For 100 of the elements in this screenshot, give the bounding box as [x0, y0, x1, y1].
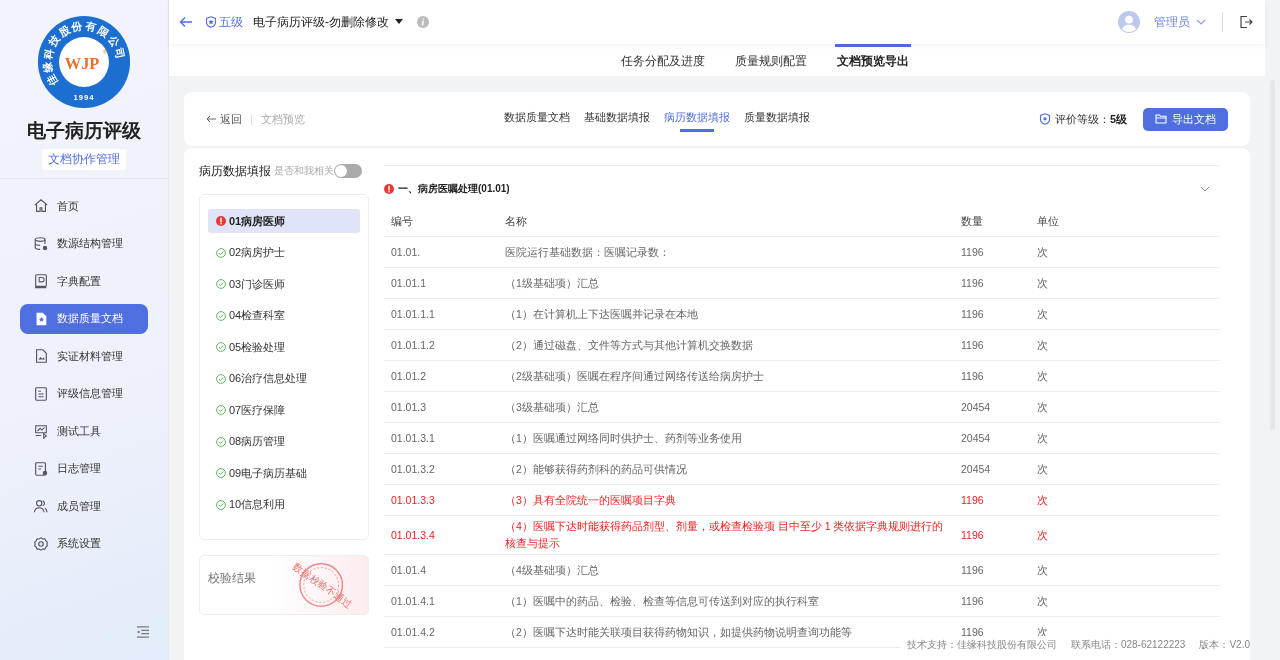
table-cell: 01.01.: [384, 236, 498, 268]
table-cell: 次: [1030, 422, 1220, 454]
nav-item[interactable]: 测试工具: [20, 416, 148, 446]
table-cell: 次: [1030, 236, 1220, 268]
chart-icon: [33, 423, 49, 439]
book-icon: [33, 273, 49, 289]
section-header[interactable]: 一、病房医嘱处理(01.01): [384, 174, 1220, 204]
role-item[interactable]: 03门诊医师: [208, 272, 360, 296]
nav-item[interactable]: 数源结构管理: [20, 228, 148, 259]
list-icon: [33, 460, 49, 477]
column-header: 数量: [954, 206, 1030, 237]
table-cell: 01.01.1.2: [384, 329, 498, 361]
nav-item[interactable]: 首页: [20, 191, 148, 221]
table-cell: 1196: [954, 298, 1030, 330]
table-cell: 医院运行基础数据：医嘱记录数：: [498, 236, 954, 268]
user-name[interactable]: 管理员: [1154, 13, 1190, 31]
shield-icon: [205, 16, 217, 28]
info-icon[interactable]: [417, 16, 429, 28]
validation-title: 校验结果: [208, 569, 256, 587]
table-cell: （1级基础项）汇总: [498, 267, 954, 299]
role-item[interactable]: 08病历管理: [208, 429, 360, 454]
role-item[interactable]: 04检查科室: [208, 303, 360, 328]
nav-item[interactable]: 成员管理: [20, 491, 148, 521]
table-cell: 次: [1030, 360, 1220, 392]
role-item[interactable]: 01病房医师: [208, 209, 360, 233]
table-cell: 01.01.3.3: [384, 484, 498, 516]
collapse-menu-icon[interactable]: [136, 626, 150, 638]
table-cell: 次: [1030, 329, 1220, 361]
chevron-down-icon[interactable]: [1200, 184, 1210, 194]
table-cell: （2）能够获得药剂科的药品可供情况: [498, 453, 954, 485]
table-cell: 次: [1030, 267, 1220, 299]
toggle-switch[interactable]: [334, 164, 362, 178]
back-arrow-icon[interactable]: [179, 15, 193, 29]
table-cell: （2）通过磁盘、文件等方式与其他计算机交换数据: [498, 329, 954, 361]
role-item[interactable]: 05检验处理: [208, 335, 360, 359]
project-title[interactable]: 电子病历评级-勿删除修改: [253, 13, 389, 31]
role-item[interactable]: 09电子病历基础: [208, 461, 360, 485]
stamp-drawing: 数据校验不通过: [284, 555, 368, 614]
tab[interactable]: 基础数据填报: [584, 106, 650, 132]
app-title: 电子病历评级: [27, 119, 141, 143]
level-label: 五级: [219, 13, 243, 31]
nav-item[interactable]: 实证材料管理: [20, 341, 148, 371]
table-cell: 01.01.2: [384, 360, 498, 392]
table-cell: 20454: [954, 453, 1030, 485]
nav-item[interactable]: 日志管理: [20, 453, 148, 484]
file-icon: [33, 385, 49, 402]
logout-icon[interactable]: [1239, 15, 1253, 29]
export-button[interactable]: 导出文档: [1143, 107, 1228, 131]
shield-icon: [1038, 113, 1051, 125]
table-cell: 01.01.4: [384, 554, 498, 586]
nav-item[interactable]: 系统设置: [20, 528, 148, 559]
table-cell: （4级基础项）汇总: [498, 554, 954, 586]
nav-item[interactable]: 字典配置: [20, 266, 148, 296]
tab[interactable]: 病历数据填报: [664, 106, 730, 132]
role-item[interactable]: 02病房护士: [208, 240, 360, 265]
gear-icon: [33, 535, 49, 552]
column-header: 名称: [498, 206, 954, 237]
table-cell: 01.01.3.1: [384, 422, 498, 454]
table-cell: 1196: [954, 515, 1030, 555]
table-cell: 次: [1030, 453, 1220, 485]
table-cell: 01.01.4.1: [384, 585, 498, 617]
table-cell: （1）医嘱通过网络同时供护士、药剂等业务使用: [498, 422, 954, 454]
chevron-down-icon[interactable]: [1196, 17, 1206, 27]
tab[interactable]: 文档预览导出: [834, 44, 911, 76]
nav-item[interactable]: 数据质量文档: [20, 303, 148, 334]
tab[interactable]: 质量规则配置: [732, 44, 809, 76]
tab[interactable]: 任务分配及进度: [618, 44, 707, 76]
table-cell: 01.01.4.2: [384, 616, 498, 648]
app-subtitle: 文档协作管理: [42, 149, 126, 170]
back-link[interactable]: 返回: [206, 111, 242, 127]
table-cell: 01.01.3.4: [384, 515, 498, 555]
table-cell: 1196: [954, 554, 1030, 586]
column-header: 单位: [1030, 206, 1220, 237]
role-item[interactable]: 06治疗信息处理: [208, 366, 360, 391]
table-cell: 20454: [954, 422, 1030, 454]
role-item[interactable]: 10信息利用: [208, 492, 360, 517]
grade-value: 5级: [1109, 111, 1127, 127]
table-cell: （3级基础项）汇总: [498, 391, 954, 423]
folder-icon: [1155, 113, 1167, 125]
tab[interactable]: 质量数据填报: [744, 106, 810, 132]
table-cell: 1196: [954, 267, 1030, 299]
table-cell: 01.01.3: [384, 391, 498, 423]
house-icon: [33, 198, 49, 214]
nav-item[interactable]: 评级信息管理: [20, 378, 148, 409]
table-cell: 次: [1030, 515, 1220, 555]
table-cell: 01.01.3.2: [384, 453, 498, 485]
caret-icon[interactable]: [395, 19, 403, 25]
image-document-icon: [33, 348, 49, 364]
table-cell: 次: [1030, 585, 1220, 617]
column-header: 编号: [384, 206, 498, 237]
table-cell: 1196: [954, 484, 1030, 516]
table-cell: （1）医嘱中的药品、检验、检查等信息可传送到对应的执行科室: [498, 585, 954, 617]
table-cell: 次: [1030, 298, 1220, 330]
table-cell: 1196: [954, 329, 1030, 361]
avatar-icon[interactable]: [1118, 11, 1140, 33]
tab[interactable]: 数据质量文档: [504, 106, 570, 132]
table-cell: 20454: [954, 391, 1030, 423]
grade-label: 评价等级：: [1054, 111, 1110, 127]
users-icon: [33, 498, 49, 514]
role-item[interactable]: 07医疗保障: [208, 398, 360, 422]
